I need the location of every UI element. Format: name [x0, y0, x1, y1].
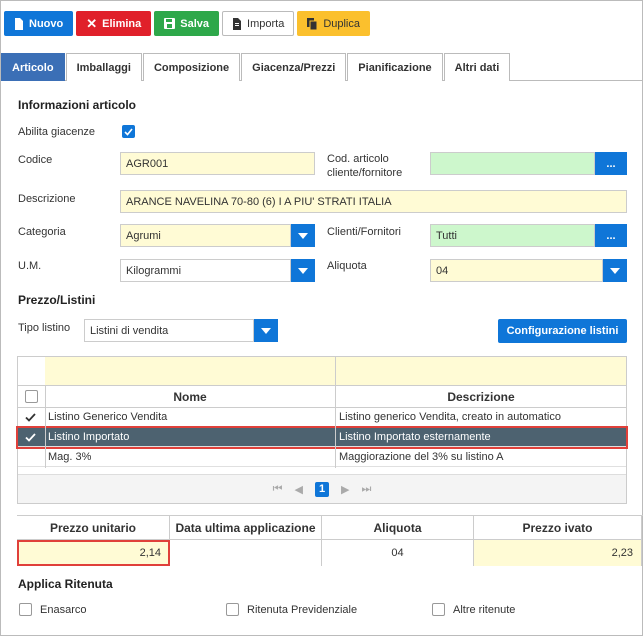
grid-divider — [335, 357, 336, 468]
header-prezzo-ivato: Prezzo ivato — [474, 516, 642, 540]
ritenuta-previdenziale-label: Ritenuta Previdenziale — [247, 604, 358, 616]
row-check-icon[interactable] — [25, 428, 36, 446]
current-page-button[interactable]: 1 — [315, 481, 329, 497]
tab-articolo[interactable]: Articolo — [1, 53, 65, 81]
check-icon — [124, 127, 133, 136]
save-button-label: Salva — [180, 17, 210, 30]
ritenuta-previdenziale-checkbox[interactable] — [226, 603, 239, 616]
delete-button-label: Elimina — [102, 17, 142, 30]
copy-icon — [307, 17, 318, 30]
clienti-lookup-button[interactable]: ... — [595, 224, 627, 247]
column-header-nome[interactable]: Nome — [45, 386, 335, 407]
row-nome: Listino Importato — [48, 431, 130, 443]
grid-header: Nome Descrizione — [18, 386, 626, 408]
ritenuta-section-title: Applica Ritenuta — [18, 577, 113, 591]
tipo-listino-select[interactable]: Listini di vendita — [84, 319, 254, 342]
tab-altri-dati[interactable]: Altri dati — [443, 53, 511, 81]
tipo-listino-dropdown-button[interactable] — [254, 319, 278, 342]
tab-bar: Articolo Imballaggi Composizione Giacenz… — [1, 53, 642, 81]
table-row[interactable]: Mag. 3% Maggiorazione del 3% su listino … — [18, 448, 626, 467]
close-icon: ✕ — [86, 16, 98, 31]
row-descrizione: Maggiorazione del 3% su listino A — [339, 451, 504, 463]
first-page-icon[interactable]: ⏮ — [273, 483, 283, 496]
chevron-down-icon — [610, 267, 620, 274]
document-icon — [233, 17, 242, 30]
cod-articolo-lookup-button[interactable]: ... — [595, 152, 627, 175]
descrizione-field[interactable]: ARANCE NAVELINA 70-80 (6) I A PIU' STRAT… — [120, 190, 627, 213]
grid-pager: ⏮ ◀ 1 ▶ ⏭ — [18, 474, 626, 503]
altre-ritenute-label: Altre ritenute — [453, 604, 516, 616]
tab-pianificazione[interactable]: Pianificazione — [347, 53, 443, 81]
header-prezzo-unitario: Prezzo unitario — [17, 516, 170, 540]
next-page-icon[interactable]: ▶ — [341, 483, 349, 496]
codice-field[interactable]: AGR001 — [120, 152, 315, 175]
data-ultima-field — [170, 540, 322, 566]
last-page-icon[interactable]: ⏭ — [361, 483, 371, 496]
prezzo-unitario-field[interactable]: 2,14 — [17, 540, 170, 566]
descrizione-label: Descrizione — [18, 193, 76, 205]
save-button[interactable]: Salva — [154, 11, 220, 36]
aliquota-select[interactable]: 04 — [430, 259, 603, 282]
filter-descrizione-input[interactable] — [336, 357, 626, 385]
filter-nome-input[interactable] — [45, 357, 335, 385]
row-nome: Mag. 3% — [48, 451, 92, 463]
delete-button[interactable]: ✕ Elimina — [76, 11, 152, 36]
um-select[interactable]: Kilogrammi — [120, 259, 291, 282]
clienti-field[interactable]: Tutti — [430, 224, 595, 247]
price-table: Prezzo unitario Data ultima applicazione… — [17, 515, 643, 566]
enasarco-checkbox[interactable] — [19, 603, 32, 616]
listini-grid: Nome Descrizione Listino Generico Vendit… — [16, 356, 628, 504]
info-section-title: Informazioni articolo — [18, 98, 137, 112]
tab-composizione[interactable]: Composizione — [142, 53, 241, 81]
chevron-down-icon — [298, 267, 308, 274]
toolbar: Nuovo ✕ Elimina Salva Importa Duplica — [4, 11, 370, 36]
prev-page-icon[interactable]: ◀ — [295, 483, 303, 496]
duplicate-button[interactable]: Duplica — [297, 11, 370, 36]
tipo-listino-label: Tipo listino — [18, 322, 71, 334]
table-row-selected[interactable]: Listino Importato Listino Importato este… — [16, 426, 628, 449]
grid-divider — [45, 386, 46, 468]
row-descrizione: Listino generico Vendita, creato in auto… — [339, 411, 561, 423]
altre-ritenute-checkbox[interactable] — [432, 603, 445, 616]
aliquota-dropdown-button[interactable] — [603, 259, 627, 282]
header-select-all[interactable] — [18, 386, 45, 407]
select-all-checkbox[interactable] — [25, 390, 38, 403]
chevron-down-icon — [298, 232, 308, 239]
clienti-label: Clienti/Fornitori — [327, 226, 401, 238]
header-data-ultima: Data ultima applicazione — [170, 516, 322, 540]
grid-filter-row — [18, 357, 626, 386]
prezzo-ivato-field: 2,23 — [474, 540, 642, 566]
import-button[interactable]: Importa — [222, 11, 295, 36]
new-button-label: Nuovo — [29, 17, 64, 30]
duplicate-button-label: Duplica — [323, 17, 360, 30]
enasarco-label: Enasarco — [40, 604, 87, 616]
tab-giacenza-prezzi[interactable]: Giacenza/Prezzi — [241, 53, 347, 81]
column-header-descrizione[interactable]: Descrizione — [336, 386, 626, 407]
table-row[interactable]: Listino Generico Vendita Listino generic… — [18, 408, 626, 427]
um-label: U.M. — [18, 260, 42, 272]
abilita-giacenze-label: Abilita giacenze — [18, 126, 96, 138]
save-icon — [164, 18, 176, 29]
aliquota-label: Aliquota — [327, 260, 367, 272]
row-nome: Listino Generico Vendita — [48, 411, 168, 423]
um-dropdown-button[interactable] — [291, 259, 315, 282]
categoria-dropdown-button[interactable] — [291, 224, 315, 247]
import-button-label: Importa — [247, 17, 285, 30]
cod-articolo-label: Cod. articolo cliente/fornitore — [327, 153, 403, 179]
cod-articolo-field[interactable] — [430, 152, 595, 175]
header-aliquota: Aliquota — [322, 516, 474, 540]
new-button[interactable]: Nuovo — [4, 11, 74, 36]
categoria-select[interactable]: Agrumi — [120, 224, 291, 247]
row-descrizione: Listino Importato esternamente — [339, 431, 491, 443]
chevron-down-icon — [261, 327, 271, 334]
configurazione-listini-button[interactable]: Configurazione listini — [498, 319, 627, 343]
abilita-giacenze-checkbox[interactable] — [122, 125, 135, 138]
categoria-label: Categoria — [18, 226, 66, 238]
aliquota-value: 04 — [322, 540, 474, 566]
codice-label: Codice — [18, 154, 53, 166]
tab-imballaggi[interactable]: Imballaggi — [65, 53, 142, 81]
prezzo-section-title: Prezzo/Listini — [18, 293, 96, 307]
row-check-icon[interactable] — [25, 408, 36, 426]
file-icon — [15, 17, 23, 30]
